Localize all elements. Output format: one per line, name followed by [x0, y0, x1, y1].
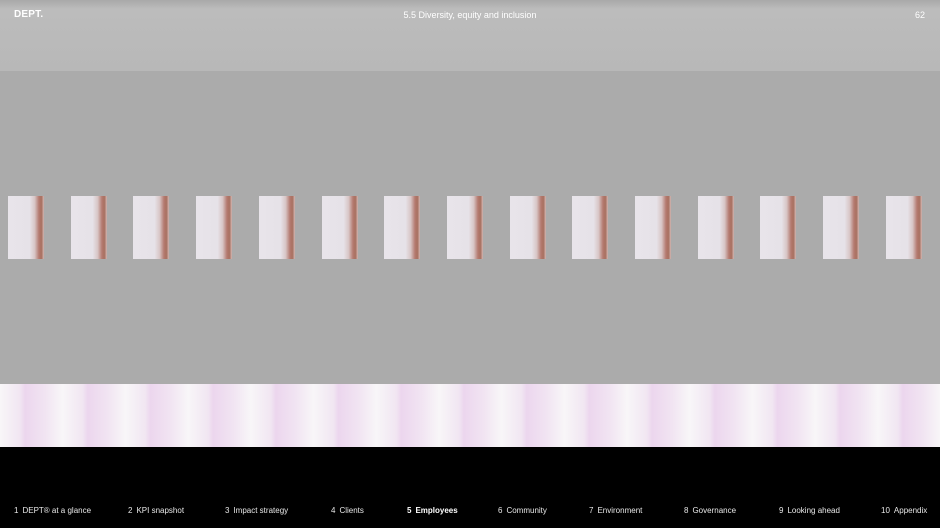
nav-item-kpi-snapshot[interactable]: 2 KPI snapshot [128, 506, 184, 515]
nav-label: DEPT® at a glance [22, 506, 92, 515]
nav-number: 6 [498, 506, 503, 515]
page-number: 62 [914, 10, 925, 20]
image-tile [70, 196, 107, 259]
nav-item-impact-strategy[interactable]: 3 Impact strategy [225, 506, 288, 515]
nav-item-employees[interactable]: 5 Employees [407, 506, 458, 515]
nav-item-environment[interactable]: 7 Environment [589, 506, 642, 515]
top-bar: DEPT. 5.5 Diversity, equity and inclusio… [0, 0, 940, 71]
image-tile [885, 196, 922, 259]
nav-number: 4 [331, 506, 336, 515]
nav-item-clients[interactable]: 4 Clients [331, 506, 364, 515]
nav-label: Clients [339, 506, 364, 515]
image-tile [697, 196, 734, 259]
nav-label: Appendix [893, 506, 928, 515]
nav-label: KPI snapshot [136, 506, 185, 515]
image-tile [446, 196, 483, 259]
nav-item-looking-ahead[interactable]: 9 Looking ahead [779, 506, 840, 515]
nav-number: 9 [779, 506, 784, 515]
image-tile [760, 196, 797, 259]
nav-number: 5 [407, 506, 412, 515]
nav-number: 10 [881, 506, 890, 515]
nav-item-community[interactable]: 6 Community [498, 506, 547, 515]
image-tile [635, 196, 671, 259]
nav-number: 8 [684, 506, 689, 515]
section-title: 5.5 Diversity, equity and inclusion [403, 10, 537, 20]
nav-label: Environment [597, 506, 643, 515]
image-tile [133, 196, 170, 259]
nav-item-governance[interactable]: 8 Governance [684, 506, 736, 515]
nav-label: Governance [692, 506, 737, 515]
nav-number: 3 [225, 506, 230, 515]
nav-number: 1 [14, 506, 19, 515]
nav-label: Impact strategy [233, 506, 289, 515]
nav-number: 7 [589, 506, 594, 515]
image-tile [8, 196, 44, 259]
nav-label: Looking ahead [787, 506, 840, 515]
image-tile [823, 196, 860, 259]
chapter-navigation: 1 DEPT® at a glance 2 KPI snapshot 3 Impact… [0, 447, 940, 528]
gradient-stripe-band [0, 384, 940, 447]
image-tile [258, 196, 295, 259]
nav-item-dept-at-a-glance[interactable]: 1 DEPT® at a glance [14, 506, 91, 515]
tile-row [8, 196, 938, 260]
image-tile [321, 196, 358, 259]
image-tile [384, 196, 421, 259]
nav-number: 2 [128, 506, 133, 515]
nav-item-appendix[interactable]: 10 Appendix [881, 506, 927, 515]
image-tile [509, 196, 546, 259]
nav-label: Community [506, 506, 547, 515]
image-tile [572, 196, 609, 259]
image-tile [196, 196, 233, 259]
image-area [0, 71, 940, 384]
nav-label: Employees [415, 506, 458, 515]
